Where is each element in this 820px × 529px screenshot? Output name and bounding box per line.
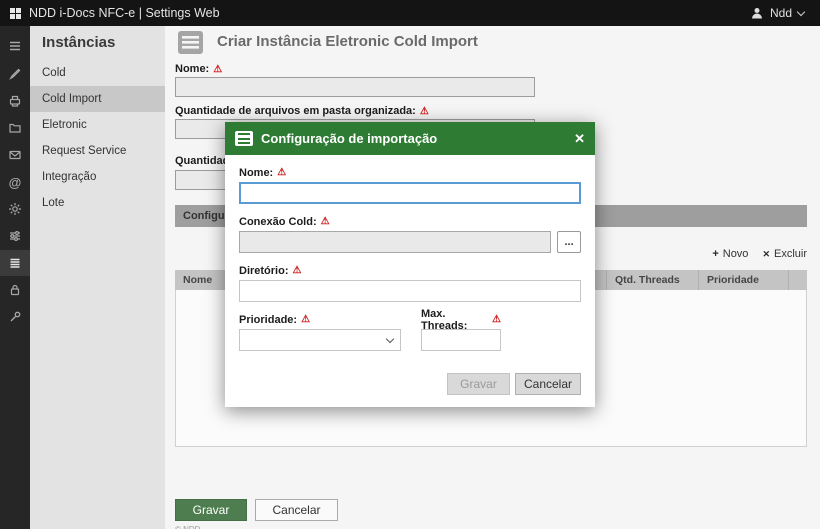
column-actions xyxy=(789,270,807,290)
modal-title: Configuração de importação xyxy=(261,131,437,146)
app-logo-icon xyxy=(10,8,21,19)
sidebar-item-cold[interactable]: Cold xyxy=(30,60,165,86)
novo-button[interactable]: + Novo xyxy=(712,248,748,260)
sidebar-item-integracao[interactable]: Integração xyxy=(30,164,165,190)
excluir-button[interactable]: ✕ Excluir xyxy=(762,248,807,260)
plus-icon: + xyxy=(712,248,718,260)
app-window: NDD i-Docs NFC-e | Settings Web Ndd @ xyxy=(0,0,820,529)
chevron-down-icon xyxy=(797,7,805,15)
gear-icon[interactable] xyxy=(0,197,30,221)
document-lines-icon xyxy=(235,131,253,146)
modal-footer: Gravar Cancelar xyxy=(447,373,581,395)
grid-toolbar: + Novo ✕ Excluir xyxy=(712,248,807,260)
modal-gravar-button[interactable]: Gravar xyxy=(447,373,510,395)
folder-icon[interactable] xyxy=(0,116,30,140)
column-qtd-threads: Qtd. Threads xyxy=(607,270,699,290)
modal-body: Nome:⚠ Conexão Cold:⚠ ... Diretório:⚠ Pr… xyxy=(225,155,595,351)
warning-icon: ⚠ xyxy=(293,265,302,276)
modal-cancelar-button[interactable]: Cancelar xyxy=(515,373,581,395)
at-icon[interactable]: @ xyxy=(0,170,30,194)
wrench-icon[interactable] xyxy=(0,305,30,329)
modal-label-nome: Nome:⚠ xyxy=(239,166,581,179)
sidebar-item-eletronic[interactable]: Eletronic xyxy=(30,112,165,138)
modal-label-conexao: Conexão Cold:⚠ xyxy=(239,215,581,228)
modal-nome-input[interactable] xyxy=(239,182,581,204)
copyright-text: © NDD xyxy=(175,525,200,529)
warning-icon: ⚠ xyxy=(301,314,310,325)
sidebar-item-cold-import[interactable]: Cold Import xyxy=(30,86,165,112)
cancelar-button[interactable]: Cancelar xyxy=(255,499,338,521)
x-icon: ✕ xyxy=(762,249,770,260)
column-prioridade: Prioridade xyxy=(699,270,789,290)
modal-diretorio-input[interactable] xyxy=(239,280,581,302)
warning-icon: ⚠ xyxy=(420,106,429,117)
lock-icon[interactable] xyxy=(0,278,30,302)
close-icon[interactable]: ✕ xyxy=(574,131,585,147)
list-icon[interactable] xyxy=(0,250,30,276)
label-quantidade-pasta: Quantidade de arquivos em pasta organiza… xyxy=(175,105,429,117)
sidebar-item-request-service[interactable]: Request Service xyxy=(30,138,165,164)
printer-icon[interactable] xyxy=(0,89,30,113)
warning-icon: ⚠ xyxy=(213,64,222,75)
sliders-icon[interactable] xyxy=(0,224,30,248)
page-header-icon xyxy=(173,30,207,56)
label-nome: Nome:⚠ xyxy=(175,63,222,75)
topbar: NDD i-Docs NFC-e | Settings Web Ndd xyxy=(0,0,820,26)
modal-conexao-input[interactable] xyxy=(239,231,551,253)
max-threads-input[interactable] xyxy=(421,329,501,351)
modal-label-max-threads: Max. Threads:⚠ xyxy=(421,313,501,326)
sidebar-title: Instâncias xyxy=(30,26,165,51)
modal-header: Configuração de importação ✕ xyxy=(225,122,595,155)
warning-icon: ⚠ xyxy=(277,167,286,178)
nome-input[interactable] xyxy=(175,77,535,97)
prioridade-select[interactable] xyxy=(239,329,401,351)
app-title: NDD i-Docs NFC-e | Settings Web xyxy=(29,6,220,20)
page-title: Criar Instância Eletronic Cold Import xyxy=(217,33,478,50)
icon-rail: @ xyxy=(0,26,30,529)
user-menu[interactable]: Ndd xyxy=(750,6,820,20)
browse-button[interactable]: ... xyxy=(557,231,581,253)
mail-icon[interactable] xyxy=(0,143,30,167)
menu-icon[interactable] xyxy=(0,34,30,58)
modal-label-prioridade: Prioridade:⚠ xyxy=(239,313,401,326)
gravar-button[interactable]: Gravar xyxy=(175,499,247,521)
modal-configuracao-importacao: Configuração de importação ✕ Nome:⚠ Cone… xyxy=(225,122,595,407)
brush-icon[interactable] xyxy=(0,62,30,86)
user-icon xyxy=(750,6,764,20)
sidebar: Instâncias Cold Cold Import Eletronic Re… xyxy=(30,26,165,529)
modal-label-diretorio: Diretório:⚠ xyxy=(239,264,581,277)
sidebar-item-lote[interactable]: Lote xyxy=(30,190,165,216)
warning-icon: ⚠ xyxy=(321,216,330,227)
user-name: Ndd xyxy=(770,6,792,20)
warning-icon: ⚠ xyxy=(492,314,501,325)
